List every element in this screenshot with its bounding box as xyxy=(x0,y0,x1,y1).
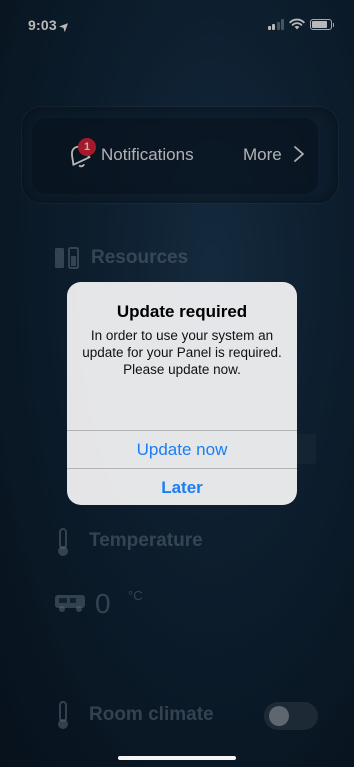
update-now-button[interactable]: Update now xyxy=(67,431,297,468)
app-screen: 9:03➤ 1 Notifications More Resources Tem… xyxy=(0,0,354,767)
update-required-alert: Update required In order to use your sys… xyxy=(67,282,297,505)
home-indicator[interactable] xyxy=(118,756,236,760)
later-button[interactable]: Later xyxy=(67,469,297,505)
alert-message: In order to use your system an update fo… xyxy=(82,328,282,377)
alert-title: Update required xyxy=(116,302,248,321)
